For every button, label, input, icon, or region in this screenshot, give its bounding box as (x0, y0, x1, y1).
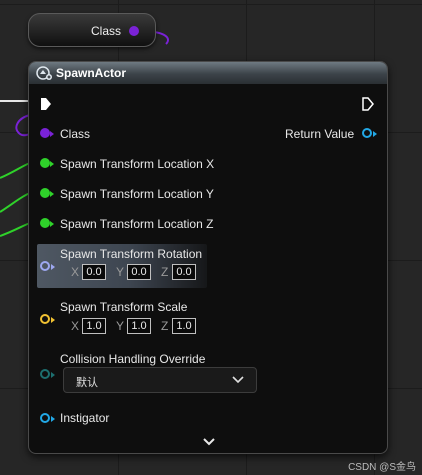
rotation-x-field[interactable]: 0.0 (82, 264, 106, 280)
rotation-x-axis: X (71, 265, 80, 279)
float-wire-y (0, 192, 31, 213)
float-wire-x (0, 162, 31, 179)
rotation-z-axis: Z (161, 265, 169, 279)
expand-advanced-chevron-icon[interactable] (203, 438, 215, 446)
class-output-pin[interactable] (129, 26, 139, 36)
class-getter-node[interactable]: Class (28, 13, 156, 47)
pin-arrow-icon (51, 317, 55, 323)
instigator-label: Instigator (60, 411, 110, 425)
collision-label: Collision Handling Override (60, 352, 206, 366)
instigator-pin[interactable] (40, 413, 50, 423)
rotation-pin[interactable] (40, 261, 50, 271)
scale-x-field[interactable]: 1.0 (82, 318, 106, 334)
exec-row (29, 93, 387, 113)
chevron-down-icon (232, 376, 244, 384)
scale-y-field[interactable]: 1.0 (127, 318, 151, 334)
exec-in-pin[interactable] (40, 97, 52, 111)
pin-arrow-icon (50, 131, 54, 137)
pin-arrow-icon (51, 416, 55, 422)
pin-row-class: Class Return Value (29, 124, 387, 144)
class-getter-label: Class (90, 24, 121, 38)
pin-row-location-z: Spawn Transform Location Z (29, 214, 387, 234)
rotation-y-axis: Y (116, 265, 125, 279)
collision-dropdown-value: 默认 (76, 377, 98, 389)
exec-out-pin[interactable] (362, 97, 374, 111)
class-input-pin[interactable] (40, 128, 50, 138)
pin-arrow-icon (50, 191, 54, 197)
pin-row-location-y: Spawn Transform Location Y (29, 184, 387, 204)
scale-z-field[interactable]: 1.0 (172, 318, 196, 334)
collision-pin[interactable] (40, 369, 50, 379)
pin-row-location-x: Spawn Transform Location X (29, 154, 387, 174)
location-z-pin[interactable] (40, 218, 50, 228)
scale-x-axis: X (71, 319, 80, 333)
location-y-label: Spawn Transform Location Y (60, 187, 214, 201)
pin-arrow-icon (51, 264, 55, 270)
return-value-label: Return Value (285, 127, 355, 141)
rotation-z-field[interactable]: 0.0 (172, 264, 196, 280)
location-y-pin[interactable] (40, 188, 50, 198)
rotation-label: Spawn Transform Rotation (60, 247, 203, 261)
return-value-pin[interactable] (362, 128, 372, 138)
pin-arrow-icon (50, 221, 54, 227)
location-x-label: Spawn Transform Location X (60, 157, 215, 171)
scale-y-axis: Y (116, 319, 125, 333)
scale-pin[interactable] (40, 314, 50, 324)
watermark: CSDN @S金鸟 (348, 462, 416, 473)
pin-arrow-icon (373, 131, 377, 137)
collision-dropdown[interactable]: 默认 (63, 367, 257, 393)
scale-label: Spawn Transform Scale (60, 300, 188, 314)
scale-z-axis: Z (161, 319, 169, 333)
class-pin-label: Class (60, 127, 91, 141)
spawn-actor-icon (36, 66, 52, 80)
location-x-pin[interactable] (40, 158, 50, 168)
pin-arrow-icon (51, 372, 55, 378)
node-header[interactable]: SpawnActor (29, 62, 387, 84)
spawn-actor-node[interactable]: SpawnActor Class Return Value Spawn Tran… (28, 61, 388, 454)
pin-arrow-icon (50, 161, 54, 167)
location-z-label: Spawn Transform Location Z (60, 217, 214, 231)
rotation-y-field[interactable]: 0.0 (127, 264, 151, 280)
node-title: SpawnActor (56, 66, 127, 80)
float-wire-z (0, 222, 31, 237)
